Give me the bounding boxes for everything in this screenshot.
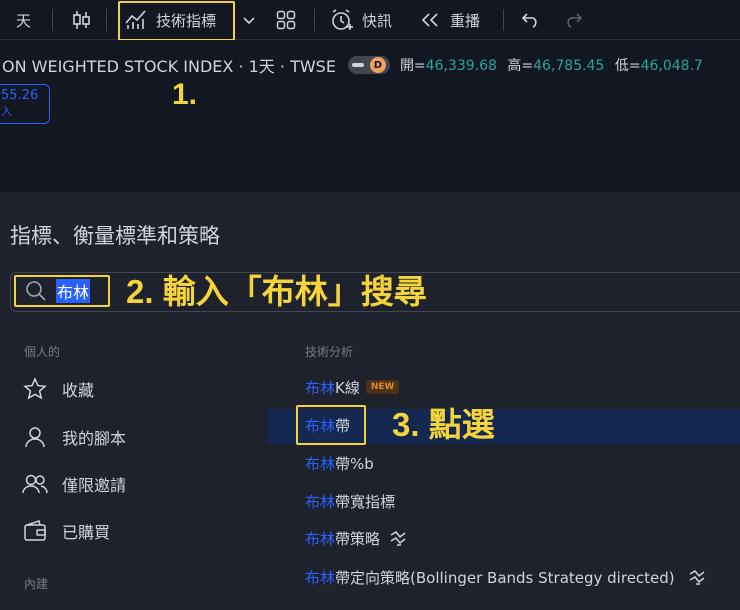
replay-label: 重播 [450, 11, 481, 30]
interval-button[interactable]: 天 [16, 0, 31, 40]
result-item[interactable]: 布林 帶%b [305, 450, 374, 476]
step-3-annotation: 3. 點選 [392, 406, 495, 443]
toolbar-divider [314, 9, 315, 31]
result-rest: K線 [335, 378, 360, 397]
replay-button[interactable]: 重播 [420, 0, 480, 40]
result-rest: 帶%b [335, 454, 374, 473]
star-icon [22, 376, 48, 402]
sidebar-item-purchased[interactable]: 已購買 [22, 517, 110, 545]
candles-button[interactable] [70, 0, 92, 40]
interval-label: 天 [16, 11, 32, 30]
sidebar-item-label: 我的腳本 [62, 429, 127, 448]
result-item[interactable]: 布林 帶策略 [305, 525, 408, 551]
users-icon [22, 471, 48, 497]
ohlc-open-value: 46,339.68 [425, 58, 497, 74]
price-tag-sub: 入 [1, 105, 12, 118]
result-item[interactable]: 布林 帶寬指標 [305, 488, 395, 514]
indicators-dropdown-button[interactable] [243, 0, 255, 40]
toolbar-divider [52, 9, 53, 31]
candles-icon [73, 11, 90, 29]
builtin-heading: 內建 [24, 577, 49, 591]
sidebar-item-label: 收藏 [62, 381, 95, 400]
undo-button[interactable] [520, 0, 540, 40]
toolbar-divider [106, 9, 107, 31]
toolbar-divider [503, 9, 504, 31]
result-rest: 帶策略 [335, 529, 381, 548]
indicators-dialog: 指標、衡量標準和策略 布林 2. 輸入「布林」搜尋 個人的 收藏 我的腳本 僅限… [0, 192, 740, 610]
result-match: 布林 [305, 568, 336, 587]
redo-button[interactable] [564, 0, 584, 40]
search-input-value: 布林 [56, 279, 91, 303]
step-1-annotation: 1. [172, 78, 198, 111]
redo-icon [567, 13, 583, 28]
price-tag-value: 55.26 [1, 88, 39, 103]
top-toolbar: 天 技術指標 快訊 重播 [0, 0, 740, 41]
alert-button[interactable]: 快訊 [330, 0, 392, 40]
search-input[interactable]: 布林 [14, 275, 110, 307]
new-badge: NEW [365, 380, 400, 394]
result-match: 布林 [305, 454, 336, 473]
step-2-annotation: 2. 輸入「布林」搜尋 [126, 273, 427, 310]
ohlc-values: 開=46,339.68 高=46,785.45 低=46,048.7 [400, 55, 709, 75]
result-highlight-box [296, 405, 366, 445]
ohlc-low-key: 低= [614, 58, 641, 74]
user-icon [22, 424, 48, 450]
search-icon [26, 281, 46, 301]
result-match: 布林 [305, 492, 336, 511]
sidebar-item-invite-only[interactable]: 僅限邀請 [22, 470, 126, 498]
symbol-legend: ON WEIGHTED STOCK INDEX · 1天 · TWSE D 開=… [2, 50, 709, 80]
result-match: 布林 [305, 529, 336, 548]
market-status-pill[interactable]: D [347, 56, 390, 74]
ohlc-high-value: 46,785.45 [533, 58, 605, 74]
delayed-badge: D [369, 57, 386, 73]
ohlc-low-value: 46,048.7 [640, 58, 703, 74]
symbol-title[interactable]: ON WEIGHTED STOCK INDEX · 1天 · TWSE [2, 53, 336, 77]
undo-icon [521, 13, 537, 28]
minus-icon [351, 63, 364, 67]
result-rest: 帶定向策略(Bollinger Bands Strategy directed) [335, 568, 675, 587]
grid-icon [276, 10, 296, 30]
indicators-highlight-box [118, 1, 235, 41]
alert-label: 快訊 [362, 11, 393, 30]
sidebar-item-favorites[interactable]: 收藏 [22, 375, 94, 403]
strategy-icon [689, 570, 705, 585]
result-item[interactable]: 布林 帶定向策略(Bollinger Bands Strategy directe… [305, 564, 707, 590]
results-heading: 技術分析 [305, 345, 354, 359]
result-match: 布林 [305, 378, 336, 397]
sidebar-item-label: 已購買 [62, 523, 111, 542]
ohlc-high-key: 高= [507, 58, 534, 74]
wallet-icon [22, 518, 48, 544]
rewind-icon [420, 12, 440, 28]
chevron-down-icon [243, 17, 255, 25]
ohlc-open-key: 開= [399, 58, 426, 74]
templates-button[interactable] [276, 0, 296, 40]
price-tag-button[interactable]: 55.26 入 [0, 84, 50, 124]
result-item[interactable]: 布林 K線 NEW [305, 374, 400, 400]
dialog-title: 指標、衡量標準和策略 [10, 224, 220, 248]
sidebar-item-my-scripts[interactable]: 我的腳本 [22, 423, 126, 451]
chart-area: ON WEIGHTED STOCK INDEX · 1天 · TWSE D 開=… [0, 40, 740, 192]
sidebar-item-label: 僅限邀請 [62, 476, 127, 495]
strategy-icon [390, 531, 406, 546]
result-rest: 帶寬指標 [335, 492, 396, 511]
alarm-clock-icon [330, 9, 354, 31]
personal-heading: 個人的 [24, 345, 61, 359]
